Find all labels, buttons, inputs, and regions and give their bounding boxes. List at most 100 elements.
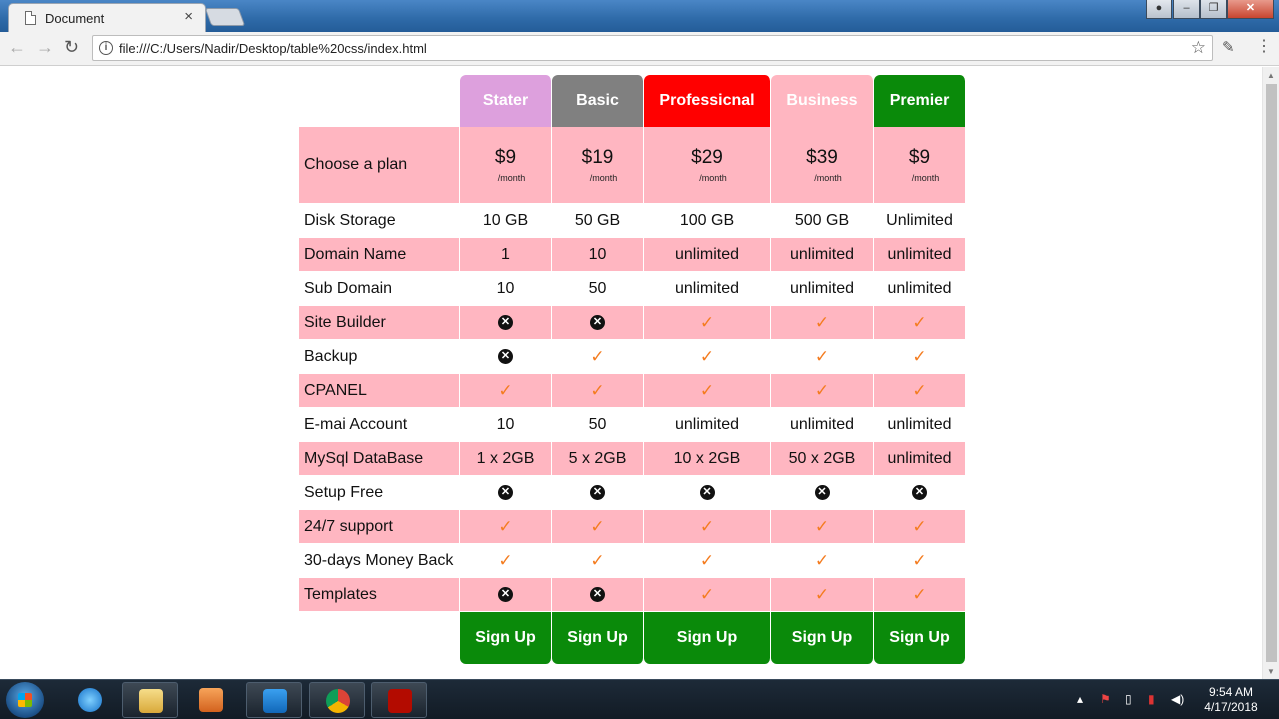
- plan-header: Stater: [460, 75, 552, 127]
- price-period: /month: [911, 173, 940, 183]
- price-block: $29/month: [687, 147, 727, 183]
- feature-value: ✕: [460, 476, 552, 510]
- vertical-scrollbar[interactable]: ▲ ▼: [1262, 67, 1279, 679]
- browser-tab[interactable]: Document ×: [8, 3, 206, 32]
- x-icon: ✕: [814, 485, 830, 500]
- feature-value: 50 x 2GB: [771, 442, 874, 476]
- address-bar[interactable]: i file:///C:/Users/Nadir/Desktop/table%2…: [92, 35, 1213, 61]
- plan-header: Business: [771, 75, 874, 127]
- bookmark-star-icon[interactable]: ☆: [1191, 38, 1206, 58]
- feature-value: ✓: [552, 510, 644, 544]
- check-icon: ✓: [590, 380, 605, 400]
- feature-value: ✓: [552, 340, 644, 374]
- close-window-button[interactable]: ✕: [1227, 0, 1274, 19]
- back-arrow-icon[interactable]: ←: [8, 37, 26, 58]
- feature-value-text: 10: [496, 279, 515, 297]
- scroll-down-icon[interactable]: ▼: [1267, 667, 1275, 676]
- sign-up-button[interactable]: Sign Up: [771, 612, 874, 664]
- maximize-button[interactable]: ❐: [1200, 0, 1227, 19]
- visual-studio-code-icon[interactable]: [246, 682, 302, 718]
- browser-toolbar: ← → ↻ i file:///C:/Users/Nadir/Desktop/t…: [0, 32, 1279, 66]
- feature-value: 10: [552, 238, 644, 272]
- media-player-icon[interactable]: [183, 682, 239, 718]
- feature-value: ✓: [771, 374, 874, 408]
- feature-value-text: 50 GB: [574, 211, 621, 229]
- feature-value: ✕: [552, 578, 644, 612]
- user-icon[interactable]: ●: [1146, 0, 1172, 19]
- scroll-up-icon[interactable]: ▲: [1267, 71, 1275, 80]
- sign-up-label: Sign Up: [676, 629, 738, 646]
- sign-up-button[interactable]: Sign Up: [552, 612, 644, 664]
- info-icon[interactable]: i: [99, 41, 113, 55]
- feature-row: 30-days Money Back ✓ ✓ ✓ ✓ ✓: [299, 544, 966, 578]
- feature-value: ✓: [644, 306, 771, 340]
- feature-value: 50 GB: [552, 204, 644, 238]
- sign-up-label: Sign Up: [567, 629, 628, 646]
- plan-header: Basic: [552, 75, 644, 127]
- acrobat-icon[interactable]: [371, 682, 427, 718]
- sign-up-button[interactable]: Sign Up: [644, 612, 771, 664]
- feature-value-text: unlimited: [789, 415, 855, 433]
- feature-value: ✓: [874, 578, 966, 612]
- feature-value: 10 GB: [460, 204, 552, 238]
- url-text[interactable]: file:///C:/Users/Nadir/Desktop/table%20c…: [119, 41, 427, 56]
- battery-icon[interactable]: ▯: [1125, 692, 1132, 706]
- x-icon: ✕: [498, 485, 513, 500]
- check-icon: ✓: [699, 550, 715, 570]
- feature-value: ✕: [460, 340, 552, 374]
- feature-label-text: Backup: [304, 347, 358, 365]
- action-center-flag-icon[interactable]: ⚑: [1100, 692, 1111, 706]
- feature-value-text: 10 x 2GB: [673, 449, 741, 467]
- clock[interactable]: 9:54 AM 4/17/2018: [1196, 685, 1266, 715]
- check-icon: ✓: [590, 346, 605, 366]
- forward-arrow-icon[interactable]: →: [36, 37, 54, 58]
- check-icon: ✓: [912, 550, 927, 570]
- feature-value: ✓: [771, 340, 874, 374]
- scrollbar-thumb[interactable]: [1266, 84, 1277, 662]
- feature-value: ✓: [874, 374, 966, 408]
- feature-value: 1 x 2GB: [460, 442, 552, 476]
- feature-value-text: unlimited: [887, 415, 952, 433]
- file-explorer-icon[interactable]: [122, 682, 178, 718]
- feature-value: ✕: [771, 476, 874, 510]
- document-icon: [25, 11, 36, 25]
- show-hidden-icons-icon[interactable]: ▴: [1077, 692, 1083, 706]
- feature-value-text: 500 GB: [794, 211, 850, 229]
- network-icon[interactable]: ▮: [1148, 692, 1155, 706]
- plan-name: Professicnal: [659, 92, 755, 109]
- feature-row: Setup Free ✕ ✕ ✕ ✕ ✕: [299, 476, 966, 510]
- check-icon: ✓: [699, 346, 715, 366]
- minimize-button[interactable]: –: [1173, 0, 1200, 19]
- feature-label-text: CPANEL: [304, 381, 367, 399]
- feature-value: Unlimited: [874, 204, 966, 238]
- feature-value: unlimited: [874, 408, 966, 442]
- feature-value-text: unlimited: [887, 245, 952, 263]
- eyedropper-extension-icon[interactable]: ✎: [1222, 38, 1235, 56]
- chrome-icon[interactable]: [309, 682, 365, 718]
- sign-up-button[interactable]: Sign Up: [874, 612, 966, 664]
- sign-up-button[interactable]: Sign Up: [460, 612, 552, 664]
- feature-label: E-mai Account: [299, 408, 460, 442]
- feature-label: Disk Storage: [299, 204, 460, 238]
- feature-row: 24/7 support ✓ ✓ ✓ ✓ ✓: [299, 510, 966, 544]
- page-viewport: Stater Basic Professicnal Business Premier Ch…: [0, 67, 1279, 679]
- feature-value: ✓: [874, 510, 966, 544]
- feature-label-text: Templates: [304, 585, 377, 603]
- new-tab-button[interactable]: [204, 8, 246, 26]
- feature-value: 50: [552, 408, 644, 442]
- feature-value: ✕: [552, 306, 644, 340]
- start-button[interactable]: [6, 682, 44, 718]
- check-icon: ✓: [699, 516, 715, 536]
- plan-price: $19/month: [552, 127, 644, 204]
- price-period: /month: [699, 173, 727, 183]
- menu-icon[interactable]: ⋮: [1256, 36, 1272, 56]
- reload-icon[interactable]: ↻: [64, 37, 79, 58]
- volume-icon[interactable]: ◀): [1171, 692, 1184, 706]
- price-period: /month: [589, 173, 618, 183]
- x-icon: ✕: [699, 485, 715, 500]
- close-tab-icon[interactable]: ×: [184, 8, 193, 25]
- plan-name: Premier: [889, 92, 950, 109]
- internet-explorer-icon[interactable]: [62, 682, 118, 718]
- check-icon: ✓: [498, 380, 513, 400]
- feature-value-text: unlimited: [789, 245, 855, 263]
